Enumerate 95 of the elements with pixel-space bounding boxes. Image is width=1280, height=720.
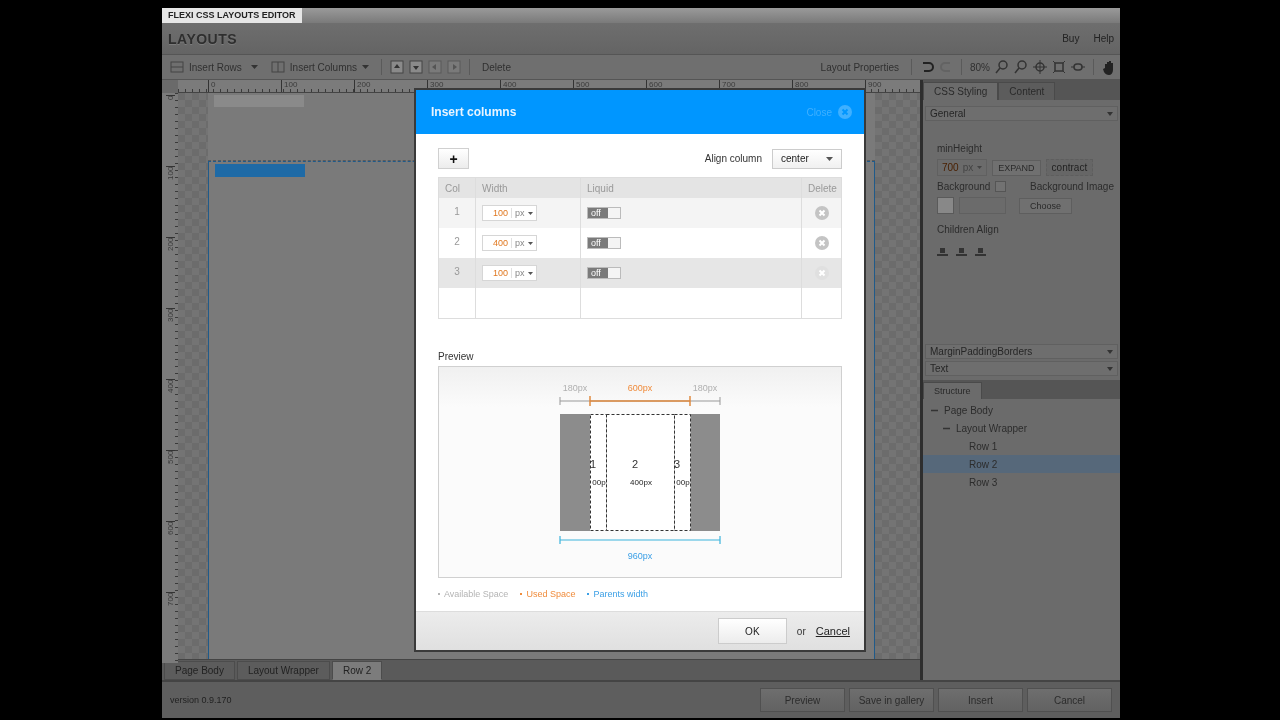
footer-button[interactable]: Cancel: [1027, 688, 1112, 712]
section-dropdown[interactable]: Text: [925, 361, 1118, 376]
caret-icon: [1107, 349, 1113, 354]
panel-tab[interactable]: Structure: [923, 382, 982, 399]
zoom-out-icon[interactable]: [995, 60, 1009, 74]
width-field[interactable]: 100 px: [482, 205, 537, 221]
move-left-icon[interactable]: [428, 60, 443, 74]
column-header: Delete: [807, 181, 838, 196]
insert-columns-button[interactable]: Insert Columns: [266, 58, 374, 76]
column-number: 1: [589, 458, 597, 470]
field-label: Background Image: [1030, 181, 1115, 192]
caret-icon: [826, 156, 833, 161]
rows-icon: [170, 61, 184, 73]
footer-button[interactable]: Preview: [760, 688, 845, 712]
header-link[interactable]: Help: [1093, 33, 1114, 44]
zoom-level: 80%: [970, 61, 990, 73]
columns-icon: [270, 61, 285, 73]
layout-properties-button[interactable]: Layout Properties: [816, 58, 903, 76]
cancel-link[interactable]: Cancel: [815, 625, 850, 637]
fit-icon[interactable]: [1052, 60, 1066, 74]
legend-label: Available Space: [444, 589, 509, 599]
width-field[interactable]: 400 px: [482, 235, 537, 251]
ruler-label: 100: [281, 80, 354, 92]
column-number: 2: [631, 458, 639, 470]
breadcrumb-tab[interactable]: Row 2: [331, 661, 383, 680]
panel-tab[interactable]: CSS Styling: [923, 82, 999, 100]
width-field[interactable]: 100 px: [482, 265, 537, 281]
dimension-label: 180px: [692, 383, 718, 393]
column-width-label: 00p: [592, 478, 606, 487]
caret-icon: [1107, 366, 1113, 371]
crosshair-icon[interactable]: [1033, 60, 1047, 74]
hand-icon[interactable]: [1102, 59, 1116, 75]
header-link[interactable]: Buy: [1062, 33, 1080, 44]
dimension-label: 600px: [627, 383, 653, 393]
caret-icon: [527, 271, 533, 275]
delete-icon[interactable]: [814, 206, 829, 220]
liquid-toggle[interactable]: off: [587, 267, 621, 279]
dimension-label: 960px: [627, 551, 653, 561]
column-number: 3: [439, 254, 476, 288]
tree-item[interactable]: Layout Wrapper: [923, 419, 1120, 437]
move-up-icon[interactable]: [390, 60, 405, 74]
align-select[interactable]: center: [772, 148, 842, 169]
align-icon[interactable]: [975, 247, 986, 257]
tree-item[interactable]: Page Body: [923, 401, 1120, 419]
or-text: or: [796, 625, 806, 637]
section-dropdown[interactable]: General: [925, 106, 1118, 121]
undo-icon[interactable]: [920, 61, 934, 73]
ok-button[interactable]: OK: [717, 618, 787, 644]
align-label: Align column: [704, 153, 762, 164]
align-icon[interactable]: [956, 247, 967, 257]
caret-icon: [977, 166, 983, 169]
caret-icon: [1107, 111, 1113, 116]
legend-label: Used Space: [526, 589, 576, 599]
dialog-title: Insert columns: [431, 105, 518, 119]
liquid-toggle[interactable]: off: [587, 207, 621, 219]
delete-icon[interactable]: [814, 236, 829, 250]
move-down-icon[interactable]: [409, 60, 424, 74]
insert-rows-button[interactable]: Insert Rows: [166, 58, 246, 76]
liquid-toggle[interactable]: off: [587, 237, 621, 249]
footer-button[interactable]: Insert: [938, 688, 1023, 712]
breadcrumb-tab[interactable]: Page Body: [164, 661, 235, 680]
preview-label: Preview: [438, 351, 475, 362]
caret-icon[interactable]: [250, 65, 258, 69]
caret-icon: [527, 211, 533, 215]
column-number: 3: [673, 458, 681, 470]
background-checkbox[interactable]: [995, 181, 1007, 192]
color-swatch[interactable]: [937, 197, 954, 214]
tree-item[interactable]: Row 1: [923, 437, 1120, 455]
column-number: 1: [439, 194, 476, 228]
dimension-label: 180px: [562, 383, 588, 393]
zoom-in-icon[interactable]: [1014, 60, 1028, 74]
caret-icon: [362, 65, 370, 69]
move-right-icon[interactable]: [447, 60, 462, 74]
section-dropdown[interactable]: MarginPaddingBorders: [925, 344, 1118, 359]
field-label: Background: [937, 181, 991, 192]
tree-item[interactable]: Row 3: [923, 473, 1120, 491]
column-width-label: 00p: [676, 478, 690, 487]
field-label: Children Align: [936, 224, 1000, 235]
tree-item[interactable]: Row 2: [923, 455, 1120, 473]
fit-width-icon[interactable]: [1071, 60, 1085, 74]
choose-button[interactable]: Choose: [1019, 197, 1073, 214]
delete-icon[interactable]: [814, 266, 829, 280]
close-icon[interactable]: [838, 105, 852, 119]
app-logo: LAYOUTS: [168, 30, 238, 47]
expand-button[interactable]: EXPAND: [992, 159, 1041, 176]
add-column-button[interactable]: +: [438, 148, 469, 169]
ruler-label: 100: [165, 166, 175, 237]
delete-button[interactable]: Delete: [478, 58, 515, 76]
column-width-label: 400px: [630, 478, 652, 487]
field-label: minHeight: [936, 143, 984, 154]
breadcrumb-tab[interactable]: Layout Wrapper: [236, 661, 330, 680]
caret-icon: [527, 241, 533, 245]
align-icon[interactable]: [937, 247, 948, 257]
legend-label: Parents width: [593, 589, 648, 599]
window-title: FLEXI CSS LAYOUTS EDITOR: [162, 8, 302, 23]
